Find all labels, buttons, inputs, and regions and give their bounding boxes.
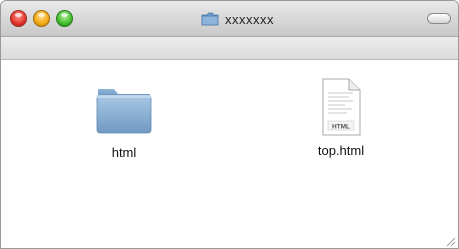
title-bar[interactable]: xxxxxxx — [1, 1, 458, 37]
toolbar-strip — [1, 37, 458, 60]
file-item-html-folder[interactable]: html — [69, 79, 179, 160]
html-document-icon: HTML — [309, 77, 373, 137]
title-folder-icon — [201, 12, 219, 26]
file-label: top.html — [317, 143, 365, 158]
zoom-button[interactable] — [56, 10, 73, 27]
resize-grip[interactable] — [444, 234, 456, 247]
finder-window: xxxxxxx html HTML top.html — [0, 0, 459, 249]
html-badge: HTML — [332, 124, 350, 131]
window-title: xxxxxxx — [201, 10, 274, 28]
minimize-button[interactable] — [33, 10, 50, 27]
window-title-text: xxxxxxx — [225, 11, 274, 27]
file-item-top-html[interactable]: HTML top.html — [286, 77, 396, 158]
file-label: html — [111, 145, 137, 160]
toolbar-toggle-button[interactable] — [427, 13, 451, 24]
close-button[interactable] — [10, 10, 27, 27]
folder-icon — [92, 79, 156, 139]
